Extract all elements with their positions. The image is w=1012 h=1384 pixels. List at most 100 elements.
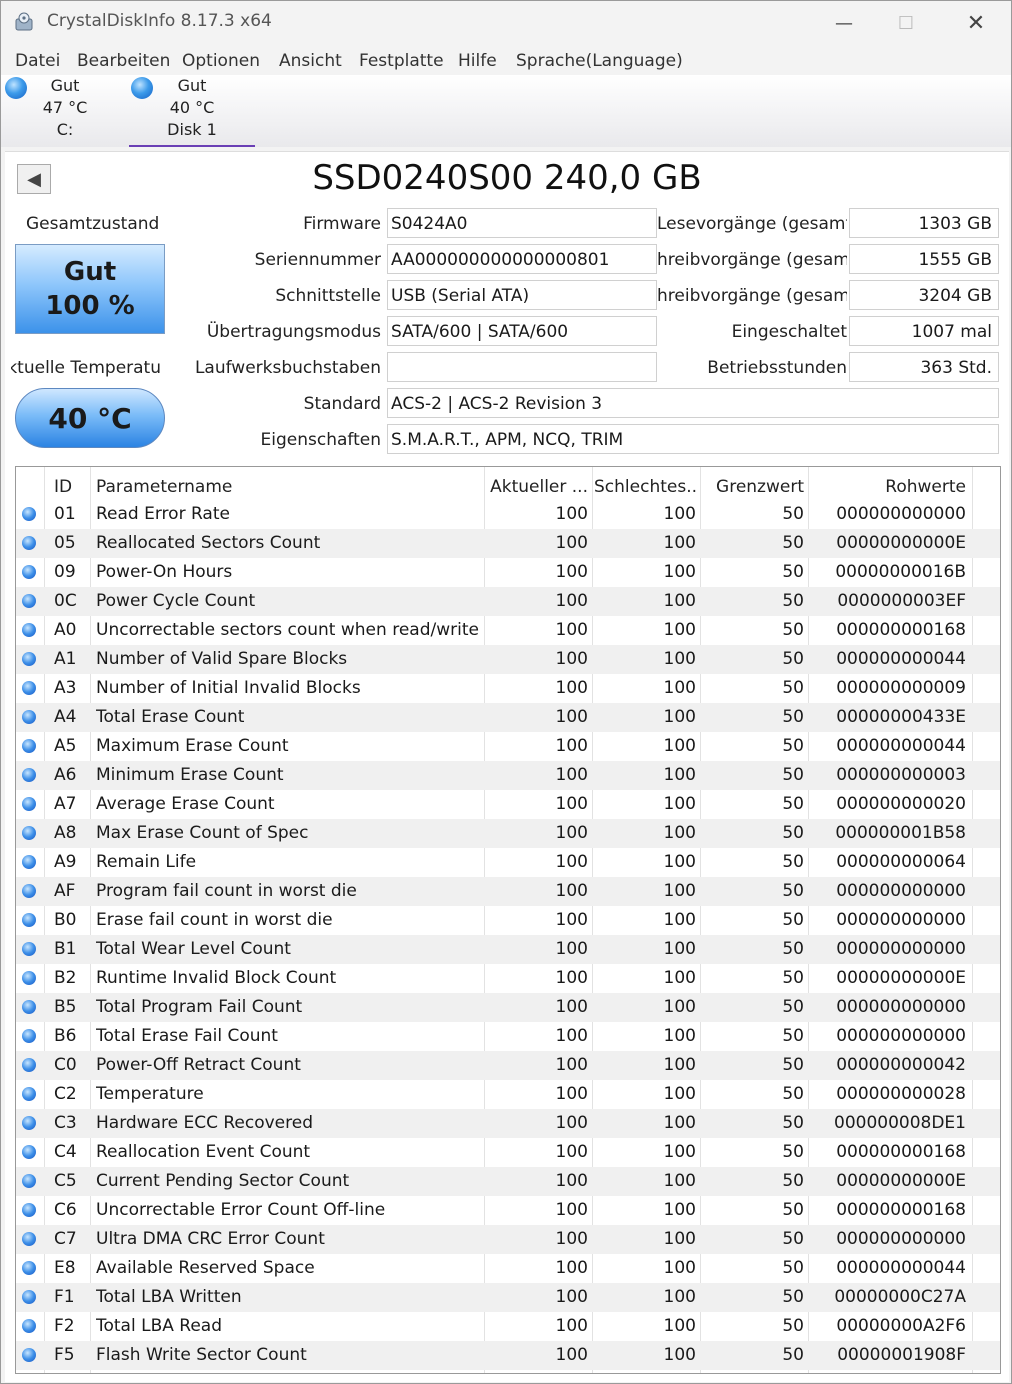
attr-id: B5 [54, 997, 77, 1017]
attr-current: 100 [555, 852, 588, 872]
table-row[interactable]: E8 Available Reserved Space 100 100 50 000000… [16, 1254, 1000, 1283]
menu-bearbeiten[interactable]: Bearbeiten [77, 51, 170, 71]
attr-id: C6 [54, 1200, 77, 1220]
power-on-count-field: 1007 mal [849, 316, 999, 346]
table-row[interactable]: C2 Temperature 100 100 50 000000000028 [16, 1080, 1000, 1109]
minimize-icon: — [835, 12, 853, 34]
attr-raw: 000000000044 [836, 1258, 966, 1278]
table-row[interactable]: 09 Power-On Hours 100 100 50 00000000016B [16, 558, 1000, 587]
header-name[interactable]: Parametername [96, 473, 492, 502]
table-row[interactable]: C0 Power-Off Retract Count 100 100 50 0000000… [16, 1051, 1000, 1080]
attr-threshold: 50 [782, 504, 804, 524]
firmware-field: S0424A0 [387, 208, 657, 238]
temperature-display[interactable]: 40 °C [15, 388, 165, 448]
table-row[interactable]: A3 Number of Initial Invalid Blocks 100 100… [16, 674, 1000, 703]
status-good-icon [5, 77, 27, 99]
attr-current: 100 [555, 1113, 588, 1133]
status-good-icon [22, 1000, 36, 1014]
table-row[interactable]: F2 Total LBA Read 100 100 50 00000000A2F6 [16, 1312, 1000, 1341]
disk-name: Disk 1 [167, 120, 217, 139]
attr-id: A7 [54, 794, 77, 814]
attr-worst: 100 [663, 852, 696, 872]
attr-threshold: 50 [782, 1229, 804, 1249]
attr-name: Minimum Erase Count [96, 765, 284, 785]
header-raw[interactable]: Rohwerte [810, 473, 966, 502]
menu-datei[interactable]: Datei [15, 51, 60, 71]
table-row[interactable]: B0 Erase fail count in worst die 100 100 50 0… [16, 906, 1000, 935]
table-row[interactable]: 0C Power Cycle Count 100 100 50 0000000003EF [16, 587, 1000, 616]
attr-worst: 100 [663, 765, 696, 785]
table-row[interactable]: A6 Minimum Erase Count 100 100 50 00000000000… [16, 761, 1000, 790]
standard-field: ACS-2 | ACS-2 Revision 3 [387, 388, 999, 418]
status-good-icon [22, 739, 36, 753]
table-row[interactable]: A1 Number of Valid Spare Blocks 100 100 50 00… [16, 645, 1000, 674]
attr-worst: 100 [663, 823, 696, 843]
attr-threshold: 50 [782, 881, 804, 901]
features-field: S.M.A.R.T., APM, NCQ, TRIM [387, 424, 999, 454]
table-row[interactable]: A0 Uncorrectable sectors count when read/… [16, 616, 1000, 645]
attr-name: Runtime Invalid Block Count [96, 968, 337, 988]
attr-threshold: 50 [782, 765, 804, 785]
attr-threshold: 50 [782, 620, 804, 640]
header-current[interactable]: Aktueller ... [486, 473, 588, 502]
table-row[interactable]: F5 Flash Write Sector Count 100 100 50 000000… [16, 1341, 1000, 1370]
minimize-button[interactable]: — [811, 1, 877, 45]
table-row[interactable]: C7 Ultra DMA CRC Error Count 100 100 50 00000… [16, 1225, 1000, 1254]
header-worst[interactable]: Schlechtes... [594, 473, 696, 502]
menu-bar: Datei Bearbeiten Optionen Ansicht Festpl… [1, 47, 1011, 75]
menu-optionen[interactable]: Optionen [182, 51, 260, 71]
status-good-icon [22, 507, 36, 521]
smart-attributes-table[interactable]: ID Parametername Aktueller ... Schlechte… [15, 466, 1001, 1374]
attr-name: Power Cycle Count [96, 591, 256, 611]
attr-current: 100 [555, 1084, 588, 1104]
table-row[interactable]: B5 Total Program Fail Count 100 100 50 000000… [16, 993, 1000, 1022]
disk-tab-disk1[interactable]: Gut 40 °C Disk 1 [129, 75, 255, 147]
close-button[interactable]: ✕ [943, 1, 1009, 45]
table-row[interactable]: C3 Hardware ECC Recovered 100 100 50 00000000… [16, 1109, 1000, 1138]
table-row[interactable]: B1 Total Wear Level Count 100 100 50 00000000… [16, 935, 1000, 964]
attr-threshold: 50 [782, 823, 804, 843]
table-row[interactable]: C5 Current Pending Sector Count 100 100 50 00… [16, 1167, 1000, 1196]
host-writes-label: hreibvorgänge (gesamt) [657, 250, 847, 270]
attr-raw: 0000000003EF [837, 591, 966, 611]
drive-letter-label: Laufwerksbuchstaben [194, 358, 381, 378]
attr-id: A9 [54, 852, 77, 872]
header-threshold[interactable]: Grenzwert [702, 473, 804, 502]
menu-sprache[interactable]: Sprache(Language) [516, 51, 683, 71]
table-row[interactable]: B6 Total Erase Fail Count 100 100 50 00000000… [16, 1022, 1000, 1051]
transfer-mode-label: Übertragungsmodus [206, 322, 381, 342]
table-row[interactable]: A7 Average Erase Count 100 100 50 00000000002… [16, 790, 1000, 819]
table-row[interactable]: C6 Uncorrectable Error Count Off-line 100 1… [16, 1196, 1000, 1225]
table-row[interactable]: C4 Reallocation Event Count 100 100 50 000000… [16, 1138, 1000, 1167]
menu-hilfe[interactable]: Hilfe [458, 51, 497, 71]
disk-tab-c[interactable]: Gut 47 °C C: [1, 75, 129, 147]
interface-label: Schnittstelle [275, 286, 381, 306]
attr-current: 100 [555, 823, 588, 843]
host-reads-field: 1303 GB [849, 208, 999, 238]
attr-raw: 000000000000 [836, 881, 966, 901]
attr-worst: 100 [663, 504, 696, 524]
table-row[interactable]: AF Program fail count in worst die 100 100 5… [16, 877, 1000, 906]
table-row[interactable]: F1 Total LBA Written 100 100 50 00000000C27A [16, 1283, 1000, 1312]
attr-worst: 100 [663, 1287, 696, 1307]
attr-id: A4 [54, 707, 77, 727]
status-good-icon [22, 710, 36, 724]
table-row[interactable]: A4 Total Erase Count 100 100 50 00000000433E [16, 703, 1000, 732]
table-row[interactable]: A5 Maximum Erase Count 100 100 50 00000000004… [16, 732, 1000, 761]
attr-current: 100 [555, 562, 588, 582]
table-row[interactable]: 01 Read Error Rate 100 100 50 000000000000 [16, 500, 1000, 529]
attr-current: 100 [555, 968, 588, 988]
power-on-hours-label: Betriebsstunden [707, 358, 847, 378]
header-id[interactable]: ID [54, 473, 100, 502]
maximize-button[interactable]: ☐ [873, 1, 939, 45]
menu-ansicht[interactable]: Ansicht [279, 51, 342, 71]
health-status-button[interactable]: Gut 100 % [15, 244, 165, 334]
attr-name: Reallocated Sectors Count [96, 533, 321, 553]
menu-festplatte[interactable]: Festplatte [359, 51, 444, 71]
table-row[interactable]: A9 Remain Life 100 100 50 000000000064 [16, 848, 1000, 877]
attr-id: C2 [54, 1084, 77, 1104]
table-row[interactable]: 05 Reallocated Sectors Count 100 100 50 00000… [16, 529, 1000, 558]
status-good-icon [22, 797, 36, 811]
table-row[interactable]: A8 Max Erase Count of Spec 100 100 50 0000000… [16, 819, 1000, 848]
table-row[interactable]: B2 Runtime Invalid Block Count 100 100 50 000… [16, 964, 1000, 993]
